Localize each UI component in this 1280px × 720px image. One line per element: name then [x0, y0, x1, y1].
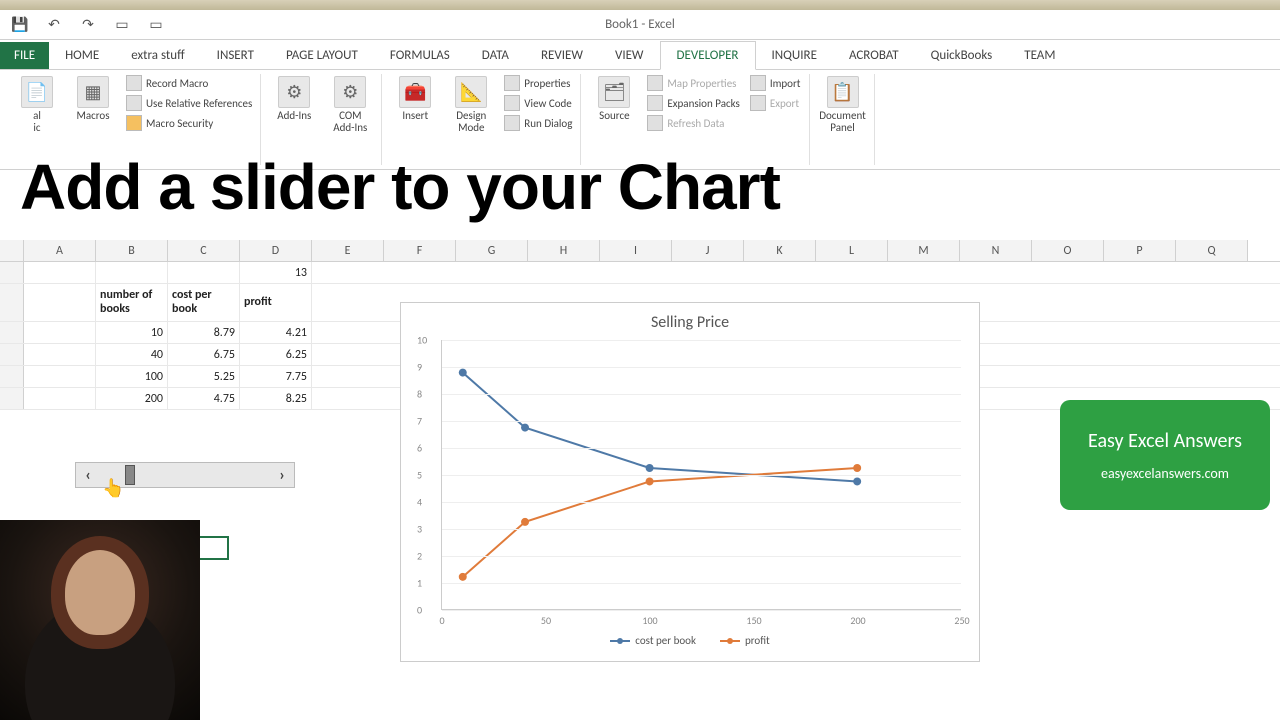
- ribbon-tabs: FILE HOME extra stuff INSERT PAGE LAYOUT…: [0, 40, 1280, 70]
- map-properties-button[interactable]: Map Properties: [645, 74, 741, 92]
- col-header[interactable]: E: [312, 240, 384, 261]
- document-panel-button[interactable]: 📋Document Panel: [818, 74, 868, 136]
- badge-url: easyexcelanswers.com: [1101, 465, 1229, 482]
- group-modify: 📋Document Panel: [812, 74, 875, 165]
- table-cell[interactable]: 10: [96, 322, 168, 343]
- col-header[interactable]: M: [888, 240, 960, 261]
- col-header[interactable]: P: [1104, 240, 1176, 261]
- col-header[interactable]: Q: [1176, 240, 1248, 261]
- col-header[interactable]: I: [600, 240, 672, 261]
- table-cell[interactable]: 8.79: [168, 322, 240, 343]
- table-cell[interactable]: 40: [96, 344, 168, 365]
- insert-control-button[interactable]: 🧰Insert: [390, 74, 440, 124]
- table-cell[interactable]: 100: [96, 366, 168, 387]
- qat-icon[interactable]: ▭: [110, 13, 134, 37]
- tab-acrobat[interactable]: ACROBAT: [833, 42, 915, 69]
- tab-review[interactable]: REVIEW: [525, 42, 599, 69]
- table-cell[interactable]: 6.25: [240, 344, 312, 365]
- col-header[interactable]: B: [96, 240, 168, 261]
- col-header[interactable]: F: [384, 240, 456, 261]
- legend-item-cost: .lk:nth-child(1) .sw::after{background:#…: [610, 634, 696, 647]
- header-number-of-books[interactable]: number of books: [96, 284, 168, 321]
- source-button[interactable]: 🗂Source: [589, 74, 639, 124]
- presenter-photo: [0, 520, 200, 720]
- channel-badge: Easy Excel Answers easyexcelanswers.com: [1060, 400, 1270, 510]
- video-title-overlay: Add a slider to your Chart: [20, 150, 780, 224]
- col-header[interactable]: L: [816, 240, 888, 261]
- expansion-packs-button[interactable]: Expansion Packs: [645, 94, 741, 112]
- scrollbar-control[interactable]: ‹ ›: [75, 462, 295, 488]
- chart-legend: .lk:nth-child(1) .sw::after{background:#…: [411, 634, 969, 647]
- qat-icon[interactable]: ▭: [144, 13, 168, 37]
- com-addins-button[interactable]: ⚙COM Add-Ins: [325, 74, 375, 136]
- col-header[interactable]: D: [240, 240, 312, 261]
- tab-home[interactable]: HOME: [49, 42, 115, 69]
- header-cost-per-book[interactable]: cost per book: [168, 284, 240, 321]
- quick-access-toolbar: 💾 ↶ ↷ ▭ ▭ Book1 - Excel: [0, 10, 1280, 40]
- scrollbar-left-arrow-icon[interactable]: ‹: [76, 463, 100, 487]
- export-button[interactable]: Export: [748, 94, 803, 112]
- table-cell[interactable]: 200: [96, 388, 168, 409]
- table-cell[interactable]: 7.75: [240, 366, 312, 387]
- plot-area: 012345678910050100150200250: [441, 340, 961, 610]
- refresh-data-button[interactable]: Refresh Data: [645, 114, 741, 132]
- macros-button[interactable]: ▦Macros: [68, 74, 118, 124]
- tab-formulas[interactable]: FORMULAS: [374, 42, 466, 69]
- tab-quickbooks[interactable]: QuickBooks: [915, 42, 1009, 69]
- select-all-corner[interactable]: [0, 240, 24, 261]
- tab-data[interactable]: DATA: [466, 42, 525, 69]
- tab-page-layout[interactable]: PAGE LAYOUT: [270, 42, 374, 69]
- macro-security-button[interactable]: Macro Security: [124, 114, 254, 132]
- scrollbar-track[interactable]: [100, 463, 270, 487]
- import-button[interactable]: Import: [748, 74, 803, 92]
- header-profit[interactable]: profit: [240, 284, 312, 321]
- col-header[interactable]: J: [672, 240, 744, 261]
- col-header[interactable]: O: [1032, 240, 1104, 261]
- col-header[interactable]: A: [24, 240, 96, 261]
- design-mode-button[interactable]: 📐Design Mode: [446, 74, 496, 136]
- column-headers: A B C D E F G H I J K L M N O P Q: [0, 240, 1280, 262]
- window-title: Book1 - Excel: [605, 17, 675, 32]
- tab-file[interactable]: FILE: [0, 42, 49, 69]
- badge-title: Easy Excel Answers: [1088, 429, 1242, 453]
- properties-button[interactable]: Properties: [502, 74, 574, 92]
- os-taskbar: [0, 0, 1280, 10]
- addins-button[interactable]: ⚙Add-Ins: [269, 74, 319, 124]
- tab-team[interactable]: TEAM: [1008, 42, 1071, 69]
- chart-selling-price[interactable]: Selling Price 01234567891005010015020025…: [400, 302, 980, 662]
- tab-developer[interactable]: DEVELOPER: [660, 41, 756, 70]
- col-header[interactable]: K: [744, 240, 816, 261]
- undo-icon[interactable]: ↶: [42, 13, 66, 37]
- run-dialog-button[interactable]: Run Dialog: [502, 114, 574, 132]
- table-cell[interactable]: 4.75: [168, 388, 240, 409]
- save-icon[interactable]: 💾: [8, 13, 32, 37]
- table-cell[interactable]: 6.75: [168, 344, 240, 365]
- scrollbar-right-arrow-icon[interactable]: ›: [270, 463, 294, 487]
- redo-icon[interactable]: ↷: [76, 13, 100, 37]
- tab-insert[interactable]: INSERT: [201, 42, 270, 69]
- col-header[interactable]: G: [456, 240, 528, 261]
- table-cell[interactable]: 5.25: [168, 366, 240, 387]
- scrollbar-thumb[interactable]: [125, 465, 135, 485]
- col-header[interactable]: N: [960, 240, 1032, 261]
- tab-extra-stuff[interactable]: extra stuff: [115, 42, 200, 69]
- tab-inquire[interactable]: INQUIRE: [756, 42, 833, 69]
- use-relative-references-button[interactable]: Use Relative References: [124, 94, 254, 112]
- table-cell[interactable]: 4.21: [240, 322, 312, 343]
- chart-title: Selling Price: [411, 313, 969, 332]
- view-code-button[interactable]: View Code: [502, 94, 574, 112]
- cells-area[interactable]: 13 number of books cost per book profit …: [0, 262, 1280, 410]
- cell-d1[interactable]: 13: [240, 262, 312, 283]
- legend-item-profit: .lk:nth-child(2) .sw::after{background:#…: [720, 634, 770, 647]
- col-header[interactable]: C: [168, 240, 240, 261]
- table-cell[interactable]: 8.25: [240, 388, 312, 409]
- col-header[interactable]: H: [528, 240, 600, 261]
- record-macro-button[interactable]: Record Macro: [124, 74, 254, 92]
- tab-view[interactable]: VIEW: [599, 42, 660, 69]
- visual-basic-button[interactable]: 📄alic: [12, 74, 62, 136]
